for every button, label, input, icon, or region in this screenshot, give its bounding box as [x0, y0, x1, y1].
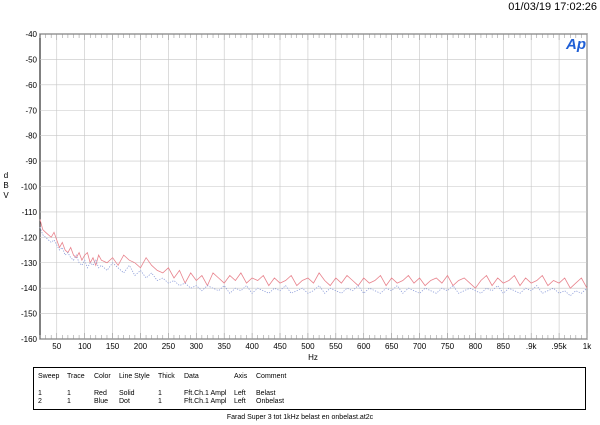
x-tick-label: 50 [52, 342, 61, 351]
row-sweep: 2 [38, 398, 42, 405]
x-tick-label: 1k [583, 342, 592, 351]
y-tick-label: -160 [21, 335, 38, 344]
row-comment: Belast [256, 390, 276, 397]
x-tick-label: 150 [106, 342, 120, 351]
row-line-style: Dot [119, 398, 130, 405]
y-axis-label-char: d [4, 171, 8, 180]
row-axis: Left [234, 398, 246, 405]
x-tick-label: 500 [301, 342, 315, 351]
x-tick-label: 700 [413, 342, 427, 351]
x-tick-label: .95k [552, 342, 568, 351]
header-sweep: Sweep [38, 373, 60, 380]
row-sweep: 1 [38, 390, 42, 397]
x-tick-label: 750 [441, 342, 455, 351]
x-tick-label: 250 [162, 342, 176, 351]
file-name: Farad Super 3 tot 1kHz belast en onbelas… [226, 414, 374, 421]
y-tick-label: -80 [25, 132, 37, 141]
x-tick-label: 550 [329, 342, 343, 351]
legend-table: Sweep Trace Color Line Style Thick Data … [33, 367, 586, 410]
x-tick-label: 200 [134, 342, 148, 351]
header-comment: Comment [256, 373, 287, 380]
y-axis-label-char: V [3, 191, 9, 200]
y-tick-labels: -40 -50 -60 -70 -80 -90 -100 -110 -120 -130 -140 -1… [21, 30, 38, 344]
row-line-style: Solid [119, 390, 135, 397]
y-tick-label: -100 [21, 183, 38, 192]
row-comment: Onbelast [256, 398, 285, 405]
y-tick-label: -140 [21, 284, 38, 293]
row-axis: Left [234, 390, 246, 397]
x-axis-label: Hz [308, 353, 318, 360]
x-tick-label: 300 [190, 342, 204, 351]
x-tick-label: .9k [526, 342, 538, 351]
header-trace: Trace [67, 373, 85, 380]
header-thick: Thick [158, 373, 175, 380]
y-tick-label: -50 [25, 55, 37, 64]
y-tick-label: -90 [25, 157, 37, 166]
row-data: Fft.Ch.1 Ampl [184, 398, 227, 405]
x-tick-label: 350 [218, 342, 232, 351]
ap-logo: Ap [565, 36, 586, 53]
header-line-style: Line Style [119, 373, 150, 380]
header-data: Data [184, 373, 199, 380]
y-tick-label: -150 [21, 310, 38, 319]
x-tick-label: 450 [273, 342, 287, 351]
header-color: Color [94, 373, 111, 380]
legend-table-header: Sweep Trace Color Line Style Thick Data … [34, 373, 585, 382]
y-tick-label: -70 [25, 106, 37, 115]
row-color: Red [94, 390, 107, 397]
y-tick-label: -40 [25, 30, 37, 39]
x-tick-labels: 50 100 150 200 250 300 350 400 450 500 550 600 650 70… [52, 342, 592, 351]
x-tick-label: 800 [469, 342, 483, 351]
y-tick-label: -60 [25, 81, 37, 90]
row-trace: 1 [67, 398, 71, 405]
y-tick-label: -110 [22, 208, 38, 217]
row-color: Blue [94, 398, 109, 405]
y-tick-label: -120 [21, 233, 38, 242]
row-trace: 1 [67, 390, 71, 397]
fft-chart: -40 -50 -60 -70 -80 -90 -100 -110 -120 -130 -140 -1… [3, 30, 592, 360]
row-data: Fft.Ch.1 Ampl [184, 390, 227, 397]
y-axis-label: dBV [3, 171, 9, 200]
row-thick: 1 [158, 398, 162, 405]
header-axis: Axis [234, 373, 248, 380]
x-tick-label: 100 [78, 342, 92, 351]
row-thick: 1 [158, 390, 162, 397]
x-tick-label: 850 [497, 342, 511, 351]
x-tick-label: 600 [357, 342, 371, 351]
legend-row: 2 1 Blue Dot 1 Fft.Ch.1 Ampl Left Onbela… [34, 398, 585, 407]
y-axis-label-char: B [3, 181, 8, 190]
x-tick-label: 400 [245, 342, 259, 351]
x-tick-label: 650 [385, 342, 399, 351]
y-tick-label: -130 [21, 259, 38, 268]
